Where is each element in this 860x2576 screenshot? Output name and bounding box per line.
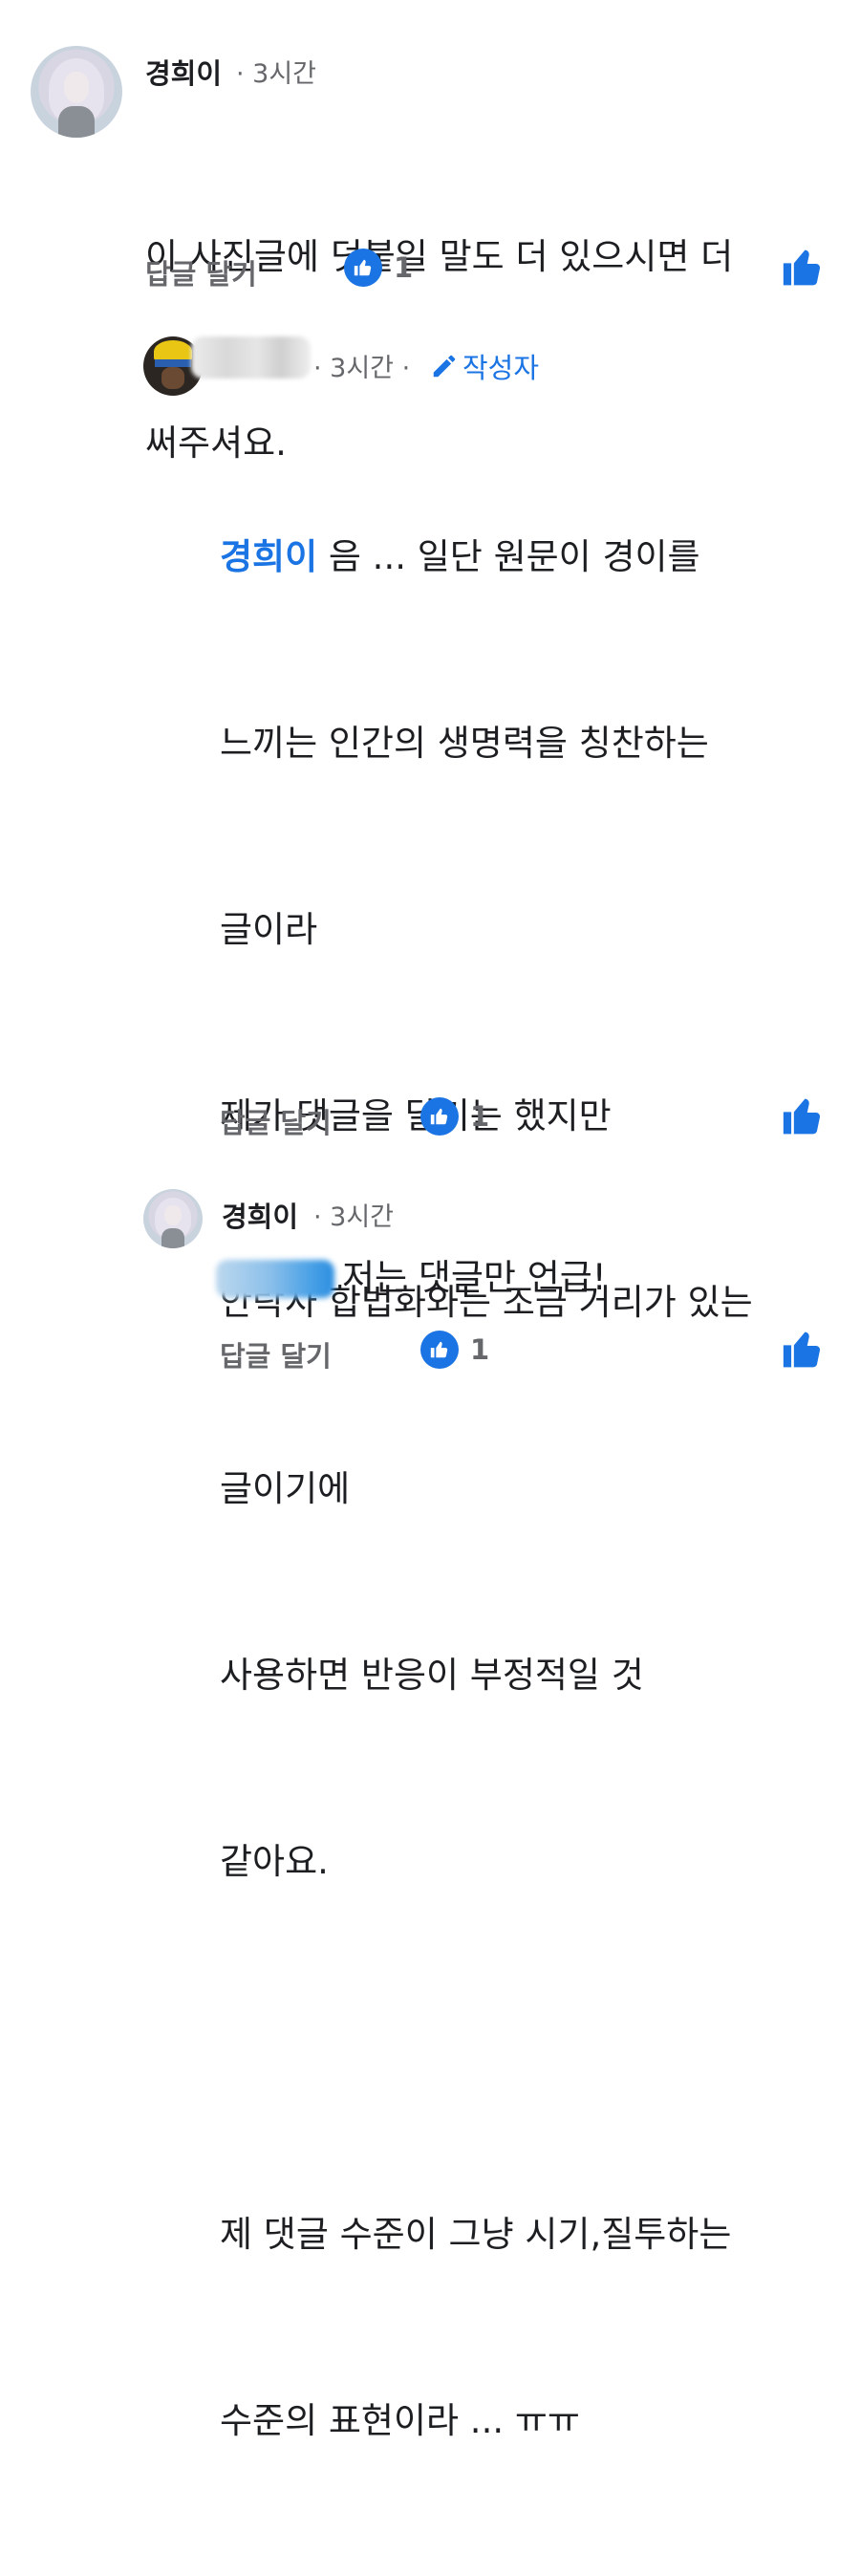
commenter-name[interactable]: 경희이 <box>222 1195 298 1235</box>
comment-time: · 3시간 · <box>313 354 411 383</box>
comment-text: 저는 댓글만 언급! <box>342 1257 607 1298</box>
pencil-icon <box>433 355 456 378</box>
comment-line: 경희이 음 ... 일단 원문이 경이를 <box>220 526 753 588</box>
comment-time: · 3시간 <box>313 1202 395 1232</box>
reply-button[interactable]: 답글 달기 <box>220 1334 332 1375</box>
reaction-summary[interactable]: 1 <box>420 1097 489 1136</box>
like-count: 1 <box>470 1333 490 1366</box>
comment-line: 글이라 <box>220 909 318 950</box>
reply-button[interactable]: 답글 달기 <box>145 252 257 292</box>
comment-line: 글이기에 <box>220 1468 351 1509</box>
reply-button[interactable]: 답글 달기 <box>220 1101 332 1141</box>
reaction-summary[interactable]: 1 <box>344 249 413 287</box>
thumbs-up-icon <box>344 249 382 287</box>
author-badge: 작성자 <box>430 346 539 386</box>
thumbs-up-icon <box>420 1331 459 1369</box>
comment-line: 같아요. <box>220 1841 329 1882</box>
comment-line <box>220 2017 753 2079</box>
avatar[interactable] <box>143 1189 203 1248</box>
comment-line-rest: 음 ... 일단 원문이 경이를 <box>317 536 700 577</box>
thumbs-up-icon <box>783 1098 821 1135</box>
comment-line: 사용하면 반응이 부정적일 것 <box>220 1655 644 1696</box>
thumbs-up-icon <box>783 1331 821 1368</box>
comment-text: 경희이 음 ... 일단 원문이 경이를 느끼는 인간의 생명력을 칭찬하는 글… <box>220 401 753 2576</box>
comment-line: 느끼는 인간의 생명력을 칭찬하는 <box>220 723 709 764</box>
redacted-mention <box>216 1260 334 1298</box>
thumbs-up-icon <box>783 249 821 286</box>
mention-link[interactable]: 경희이 <box>220 536 317 577</box>
thumbs-up-icon <box>420 1097 459 1136</box>
author-badge-label: 작성자 <box>462 352 540 384</box>
like-button[interactable] <box>782 247 824 292</box>
avatar[interactable] <box>31 46 122 138</box>
redacted-name <box>191 336 311 379</box>
like-button[interactable] <box>782 1095 824 1141</box>
comment-line: 수준의 표현이라 ... ㅠㅠ <box>220 2400 580 2441</box>
like-count: 1 <box>394 251 414 284</box>
like-count: 1 <box>470 1100 490 1133</box>
reaction-summary[interactable]: 1 <box>420 1331 489 1369</box>
like-button[interactable] <box>782 1329 824 1375</box>
comment-line: 제 댓글 수준이 그냥 시기,질투하는 <box>220 2214 732 2255</box>
commenter-name[interactable]: 경희이 <box>145 52 222 92</box>
comment-time: · 3시간 <box>236 59 317 89</box>
